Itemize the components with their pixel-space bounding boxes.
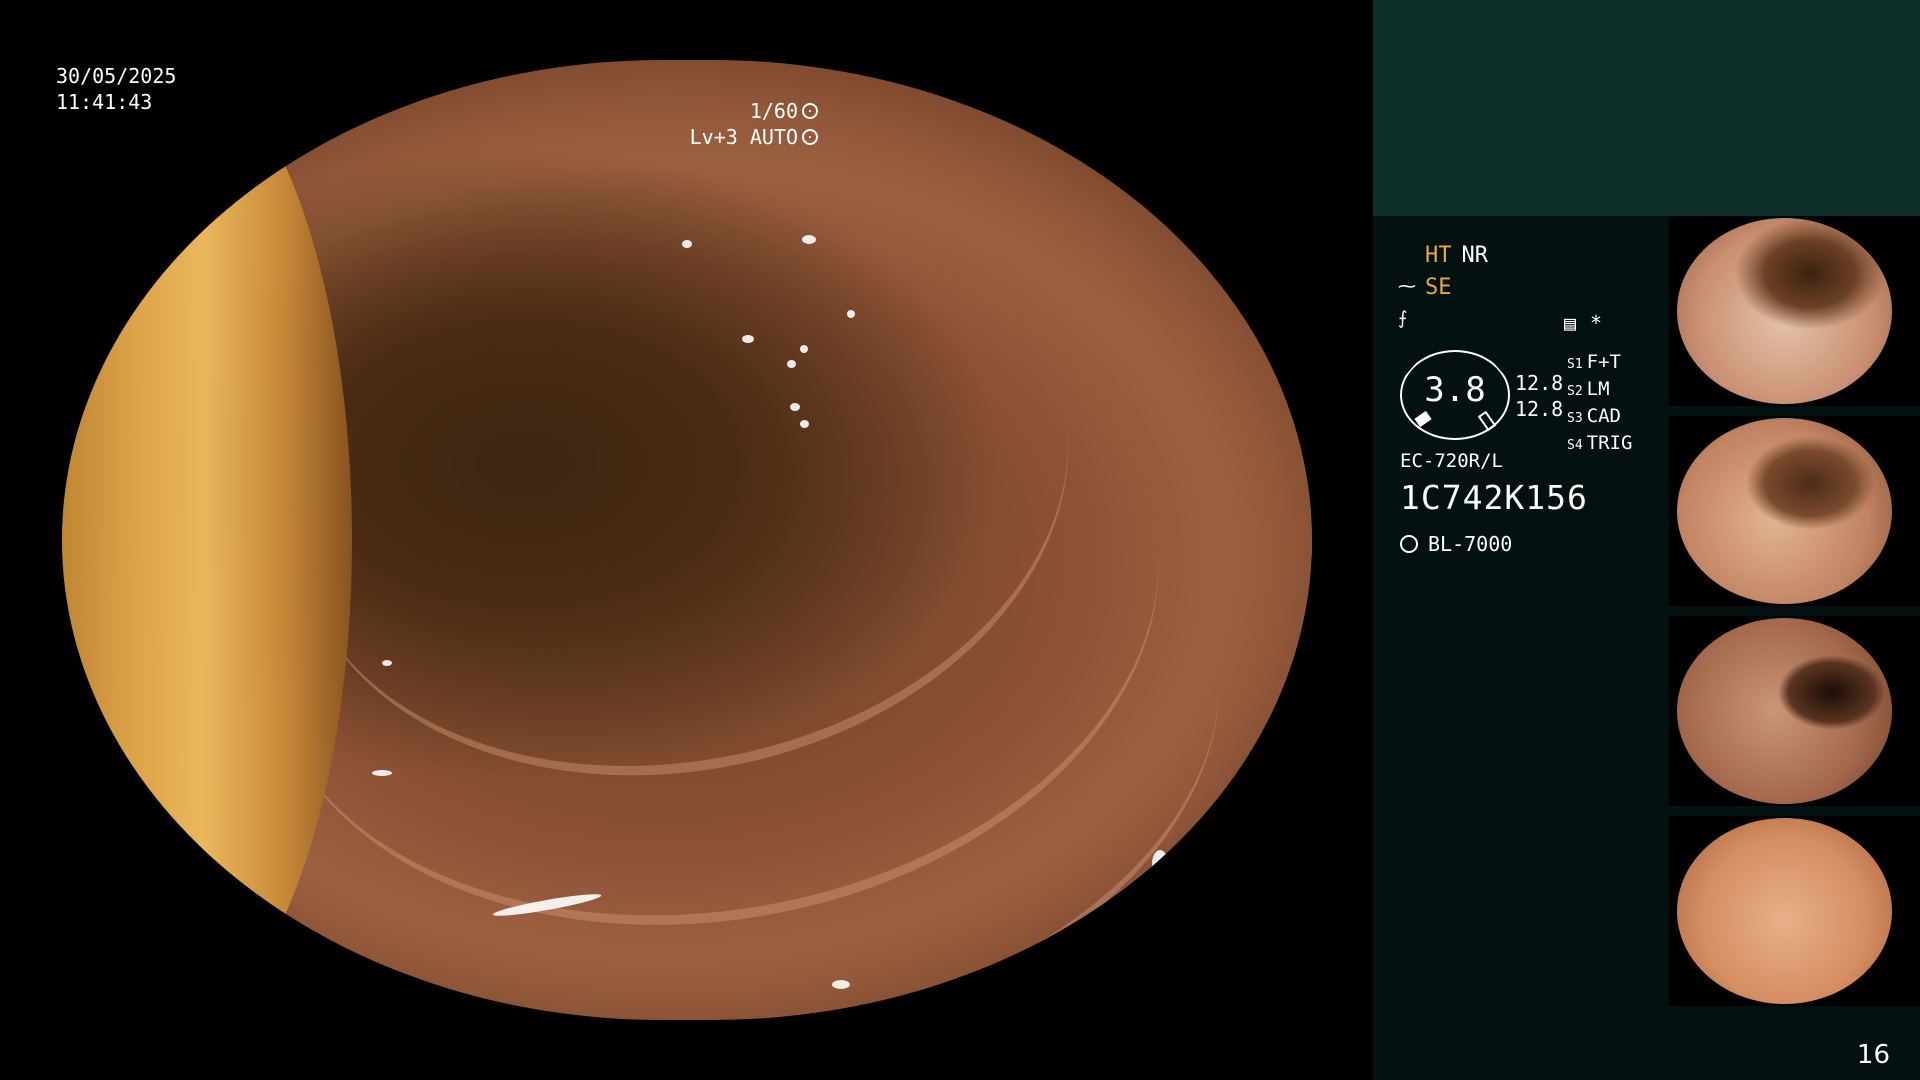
side-panel-header	[1373, 0, 1920, 216]
shutter-row: 1/60	[690, 98, 818, 124]
gauge-number-2: 12.8	[1515, 397, 1564, 421]
waveform-icon: ⨍	[1398, 308, 1408, 329]
mucosal-fold	[214, 216, 1210, 994]
film-icon: ▤	[1564, 311, 1577, 335]
datetime: 30/05/2025 11:41:43	[56, 63, 176, 115]
setting-icons: ▤ *	[1564, 311, 1602, 335]
slot-value: TRIG	[1586, 432, 1633, 454]
slot-key: S3	[1567, 411, 1583, 426]
slot-s3: S3 CAD	[1567, 404, 1632, 431]
thumbnail-3[interactable]	[1669, 616, 1920, 806]
shutter-dial-icon	[802, 103, 818, 119]
thumbnail-image	[1677, 818, 1892, 1004]
light-reflection	[372, 770, 392, 776]
zoom-gauge: 3.8	[1400, 350, 1510, 440]
thumbnail-2[interactable]	[1669, 416, 1920, 606]
light-reflection	[800, 420, 809, 428]
light-reflection	[1152, 850, 1168, 878]
light-reflection	[832, 980, 850, 989]
light-source-label: BL-7000	[1428, 532, 1513, 556]
thumbnail-1[interactable]	[1669, 216, 1920, 406]
mode-row-2: SE	[1425, 272, 1488, 304]
exposure-level: Lv+3 AUTO	[689, 125, 798, 149]
mode-icons: ⁓ ⨍	[1398, 271, 1416, 335]
light-reflection	[800, 345, 808, 353]
gauge-numbers: 12.8 12.8	[1515, 370, 1563, 422]
light-reflection	[802, 235, 816, 244]
light-reflection	[682, 240, 692, 248]
nr-mode: NR	[1461, 243, 1489, 268]
sparkle-icon: ⁓	[1398, 276, 1416, 297]
auto-dial-icon	[802, 129, 818, 145]
slot-value: F+T	[1586, 351, 1621, 373]
light-source: BL-7000	[1400, 532, 1512, 556]
gauge-value: 3.8	[1424, 370, 1486, 410]
thumbnail-strip	[1669, 216, 1920, 1016]
slot-key: S4	[1567, 438, 1583, 453]
ht-mode: HT	[1425, 243, 1452, 268]
star-mark: *	[1590, 311, 1603, 335]
image-modes: HT NR SE	[1425, 240, 1488, 304]
light-reflection	[491, 890, 603, 920]
side-panel: HT NR SE ⁓ ⨍ ▤ * 3.8 12.8 12.8 S1 F+T S2…	[1373, 0, 1920, 1080]
slot-key: S2	[1567, 384, 1583, 399]
se-mode: SE	[1425, 275, 1452, 300]
exposure-info: 1/60 Lv+3 AUTO	[690, 98, 818, 150]
shutter-speed: 1/60	[749, 99, 798, 123]
processor-info: HT NR SE ⁓ ⨍ ▤ * 3.8 12.8 12.8 S1 F+T S2…	[1373, 216, 1673, 816]
light-reflection	[847, 310, 855, 318]
light-reflection	[382, 660, 392, 666]
cap-rim	[1242, 240, 1312, 800]
endoscopy-image	[62, 60, 1312, 1020]
sun-icon	[1400, 535, 1418, 553]
scope-model: EC-720R/L	[1400, 450, 1503, 472]
light-reflection	[787, 360, 796, 368]
mucosal-fold	[241, 125, 1123, 845]
slot-s2: S2 LM	[1567, 377, 1632, 404]
mode-row-1: HT NR	[1425, 240, 1488, 272]
slot-value: CAD	[1586, 405, 1621, 427]
switch-slots: S1 F+T S2 LM S3 CAD S4 TRIG	[1567, 350, 1632, 458]
thumbnail-image	[1677, 618, 1892, 804]
gauge-number-1: 12.8	[1515, 371, 1564, 395]
level-row: Lv+3 AUTO	[690, 124, 818, 150]
light-reflection	[742, 335, 754, 343]
page-number: 16	[1856, 1040, 1890, 1070]
slot-s4: S4 TRIG	[1567, 431, 1632, 458]
thumbnail-4[interactable]	[1669, 816, 1920, 1006]
date-text: 30/05/2025	[56, 64, 177, 88]
thumbnail-image	[1677, 218, 1892, 404]
slot-key: S1	[1567, 357, 1583, 372]
endoscope-cap	[62, 60, 352, 1020]
scope-serial: 1C742K156	[1400, 478, 1588, 517]
slot-value: LM	[1586, 378, 1610, 400]
main-endoscopy-view: 30/05/2025 11:41:43 1/60 Lv+3 AUTO	[0, 0, 1373, 1080]
light-reflection	[790, 403, 800, 411]
slot-s1: S1 F+T	[1567, 350, 1632, 377]
time-text: 11:41:43	[56, 90, 153, 114]
thumbnail-image	[1677, 418, 1892, 604]
